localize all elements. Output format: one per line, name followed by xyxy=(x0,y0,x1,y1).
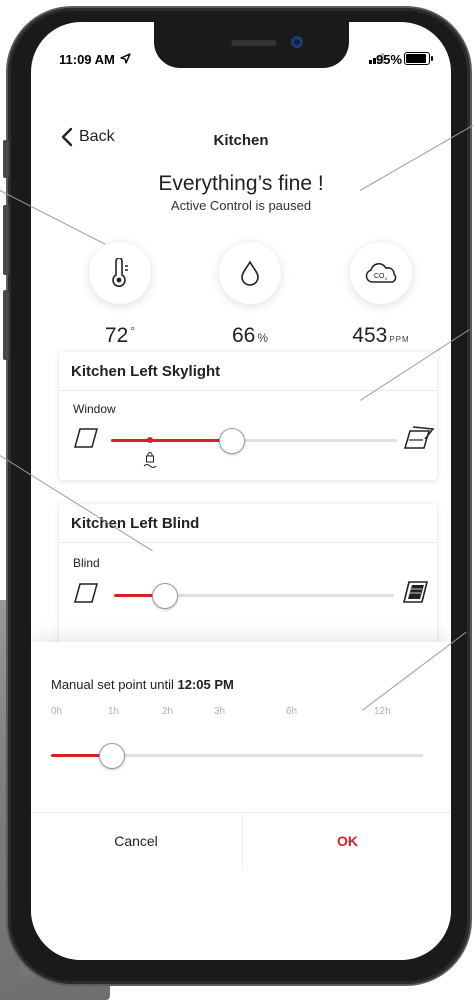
speaker-grille xyxy=(231,40,277,46)
skylight-open-icon xyxy=(403,426,435,449)
page-title: Kitchen xyxy=(213,132,269,149)
skylight-limit-marker xyxy=(147,437,153,443)
battery-icon xyxy=(404,52,433,65)
humidity-drop-icon xyxy=(241,260,259,286)
mute-switch xyxy=(3,140,9,178)
blind-slider-label: Blind xyxy=(73,556,100,570)
co2-value: 453 PPM xyxy=(352,324,410,347)
duration-slider-thumb[interactable] xyxy=(99,743,125,769)
status-headline: Everything’s fine ! xyxy=(158,172,324,195)
thermometer-icon xyxy=(112,258,128,287)
svg-text:2: 2 xyxy=(385,276,388,281)
skylight-slider-thumb[interactable] xyxy=(219,428,246,454)
skylight-slider-track[interactable] xyxy=(111,439,397,442)
app-screen: 11:09 AM 95% Back Kitchen Everything’s f… xyxy=(31,22,451,960)
lock-rain-icon xyxy=(143,452,157,468)
blind-card-title: Kitchen Left Blind xyxy=(71,515,200,532)
scale-tick: 6h xyxy=(286,706,298,717)
status-battery-percent: 95% xyxy=(376,52,403,67)
skylight-slider-fill xyxy=(111,439,232,442)
manual-setpoint-label: Manual set point until 12:05 PM xyxy=(51,677,234,692)
scale-tick: 12h xyxy=(374,706,391,717)
cancel-button[interactable]: Cancel xyxy=(31,813,241,869)
volume-up-button xyxy=(3,205,9,275)
scale-tick: 1h xyxy=(108,706,120,717)
sheet-actions: Cancel OK xyxy=(31,812,451,869)
temperature-sensor[interactable]: 72 ° xyxy=(60,242,180,348)
scale-tick: 3h xyxy=(214,706,226,717)
front-camera xyxy=(291,36,303,48)
skylight-slider-label: Window xyxy=(73,402,116,416)
card-divider xyxy=(59,542,437,543)
co2-sensor[interactable]: CO 2 453 PPM xyxy=(321,242,441,348)
blind-slider-thumb[interactable] xyxy=(152,583,179,609)
co2-cloud-icon: CO 2 xyxy=(365,263,397,283)
skylight-card-title: Kitchen Left Skylight xyxy=(71,363,221,380)
scale-tick: 2h xyxy=(162,706,174,717)
status-time: 11:09 AM xyxy=(59,52,115,67)
blind-open-icon xyxy=(74,583,98,603)
humidity-value: 66% xyxy=(231,324,269,347)
temperature-value: 72 ° xyxy=(104,324,136,347)
skylight-closed-icon xyxy=(74,428,98,448)
ok-button[interactable]: OK xyxy=(242,813,451,869)
nav-bar: Back Kitchen xyxy=(31,127,451,157)
notch xyxy=(154,22,349,68)
scale-tick: 0h xyxy=(51,706,63,717)
status-subline: Active Control is paused xyxy=(170,198,312,213)
blind-closed-icon xyxy=(402,581,429,603)
card-divider xyxy=(59,390,437,391)
svg-text:CO: CO xyxy=(374,273,385,280)
humidity-sensor[interactable]: 66% xyxy=(190,242,310,348)
volume-down-button xyxy=(3,290,9,360)
sensor-circle xyxy=(89,242,151,304)
location-arrow-icon xyxy=(120,53,131,64)
sensor-circle: CO 2 xyxy=(350,242,412,304)
sensor-circle xyxy=(219,242,281,304)
skylight-card: Kitchen Left Skylight Window xyxy=(59,352,437,480)
